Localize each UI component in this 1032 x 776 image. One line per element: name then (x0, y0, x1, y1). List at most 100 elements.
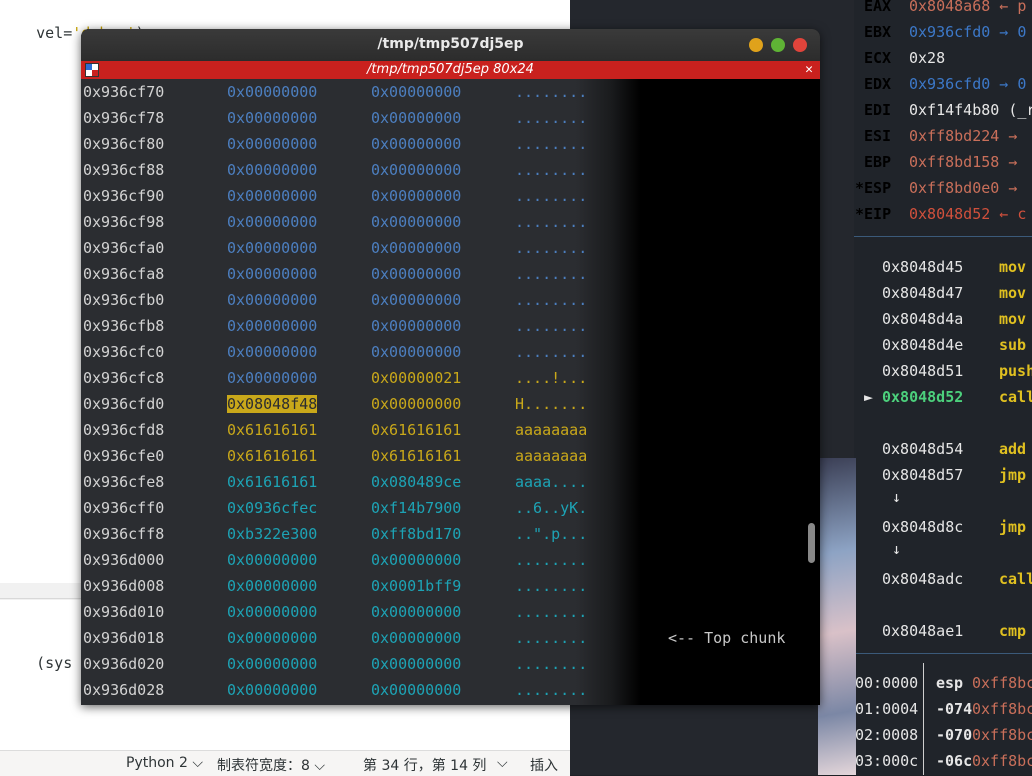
stack-value: 0xff8bc (972, 752, 1032, 770)
memory-word: 0x00000000 (227, 265, 318, 283)
memory-address: 0x936cfa8 (83, 265, 165, 283)
stack-register: esp (936, 674, 964, 692)
terminal-content[interactable]: <-- Top chunk 0x936cf70 0x00000000 0x00000… (81, 79, 820, 705)
disasm-address: 0x8048adc (882, 570, 964, 588)
memory-ascii: ........ (515, 317, 588, 335)
close-icon[interactable]: ✕ (805, 62, 813, 77)
code-text: vel= (36, 24, 73, 42)
register-value: 0xff8bd224 → (909, 127, 1018, 145)
register-value: 0xf14f4b80 (_r (909, 101, 1032, 119)
down-arrow-icon: ↓ (892, 540, 902, 558)
memory-ascii: ........ (515, 239, 588, 257)
terminal-window[interactable]: /tmp/tmp507dj5ep /tmp/tmp507dj5ep 80x24 … (81, 29, 820, 705)
memory-word: 0x00000000 (371, 343, 462, 361)
memory-ascii: ........ (515, 187, 588, 205)
disasm-opcode: push (999, 362, 1032, 380)
memory-word: 0x61616161 (227, 421, 318, 439)
memory-word: 0x00000000 (371, 291, 462, 309)
stack-offset: 01:0004 (855, 700, 919, 718)
memory-address: 0x936cf98 (83, 213, 165, 231)
memory-address: 0x936cfd8 (83, 421, 165, 439)
memory-ascii: ........ (515, 551, 588, 569)
memory-ascii: ........ (515, 109, 588, 127)
memory-word: 0x00000000 (371, 161, 462, 179)
memory-word: 0x61616161 (227, 447, 318, 465)
memory-word: 0x00000000 (371, 681, 462, 699)
window-titlebar[interactable]: /tmp/tmp507dj5ep (81, 29, 820, 61)
memory-ascii: ........ (515, 161, 588, 179)
memory-word: 0x00000021 (371, 369, 462, 387)
window-title: /tmp/tmp507dj5ep (377, 36, 524, 52)
memory-ascii: ....!... (515, 369, 588, 387)
tab-title: /tmp/tmp507dj5ep 80x24 (367, 62, 534, 77)
memory-ascii: ........ (515, 343, 588, 361)
disasm-address: 0x8048d51 (882, 362, 964, 380)
memory-ascii: ........ (515, 83, 588, 101)
memory-address: 0x936cff8 (83, 525, 165, 543)
memory-word: 0x00000000 (371, 109, 462, 127)
memory-address: 0x936cf90 (83, 187, 165, 205)
memory-ascii: ........ (515, 681, 588, 699)
memory-address: 0x936cfe8 (83, 473, 165, 491)
terminal-tab[interactable]: /tmp/tmp507dj5ep 80x24 ✕ (81, 61, 820, 79)
register-name: EDX (864, 75, 892, 93)
memory-ascii: aaaaaaaa (515, 447, 588, 465)
memory-address: 0x936cff0 (83, 499, 165, 517)
stack-value: 0xff8bc (972, 700, 1032, 718)
memory-word: 0x00000000 (227, 213, 318, 231)
memory-word: 0x00000000 (227, 369, 318, 387)
stack-offset: 03:000c (855, 752, 919, 770)
language-selector[interactable]: Python 2 ⌵ (126, 755, 203, 771)
memory-address: 0x936d008 (83, 577, 165, 595)
tab-width-selector[interactable]: 制表符宽度：8 ⌵ (217, 755, 325, 775)
register-name: ESI (864, 127, 892, 145)
memory-ascii: ..".p... (515, 525, 588, 543)
disasm-address: 0x8048d52 (882, 388, 964, 406)
maximize-button[interactable] (771, 38, 785, 52)
memory-address: 0x936cf78 (83, 109, 165, 127)
memory-word: 0x00000000 (227, 161, 318, 179)
disasm-opcode: cmp (999, 622, 1027, 640)
register-value: 0x8048a68 ← p (909, 0, 1027, 15)
memory-word: 0x0936cfec (227, 499, 318, 517)
memory-word: 0xb322e300 (227, 525, 318, 543)
register-name: EBX (864, 23, 892, 41)
disasm-address: 0x8048ae1 (882, 622, 964, 640)
wallpaper-image (818, 458, 856, 775)
chevron-down-icon[interactable]: ⌵ (497, 755, 508, 771)
memory-ascii: ........ (515, 265, 588, 283)
memory-word: 0x61616161 (371, 421, 462, 439)
memory-address: 0x936d000 (83, 551, 165, 569)
register-name: *ESP (855, 179, 892, 197)
disasm-address: 0x8048d54 (882, 440, 964, 458)
down-arrow-icon: ↓ (892, 488, 902, 506)
stack-offset: 02:0008 (855, 726, 919, 744)
memory-address: 0x936cfc0 (83, 343, 165, 361)
memory-word: 0x00000000 (371, 603, 462, 621)
memory-word: 0x00000000 (371, 395, 462, 413)
memory-word: 0x08048f48 (227, 395, 318, 413)
close-button[interactable] (793, 38, 807, 52)
disasm-address: 0x8048d47 (882, 284, 964, 302)
disasm-opcode: jmp (999, 466, 1027, 484)
memory-address: 0x936cf80 (83, 135, 165, 153)
stack-value: 0xff8bc (972, 726, 1032, 744)
memory-ascii: ........ (515, 577, 588, 595)
register-name: EBP (864, 153, 892, 171)
minimize-button[interactable] (749, 38, 763, 52)
memory-word: 0x0001bff9 (371, 577, 462, 595)
memory-word: 0x00000000 (371, 83, 462, 101)
current-instruction-marker: ► (864, 388, 874, 406)
register-value: 0x28 (909, 49, 946, 67)
memory-word: 0x00000000 (371, 239, 462, 257)
memory-word: 0x00000000 (371, 629, 462, 647)
top-chunk-label: <-- Top chunk (668, 629, 786, 647)
memory-word: 0x00000000 (371, 317, 462, 335)
memory-address: 0x936d028 (83, 681, 165, 699)
register-name: EAX (864, 0, 892, 15)
memory-word: 0x00000000 (227, 681, 318, 699)
disasm-opcode: call (999, 388, 1032, 406)
scrollbar-thumb[interactable] (808, 523, 815, 563)
memory-ascii: ........ (515, 629, 588, 647)
memory-word: 0x00000000 (371, 551, 462, 569)
